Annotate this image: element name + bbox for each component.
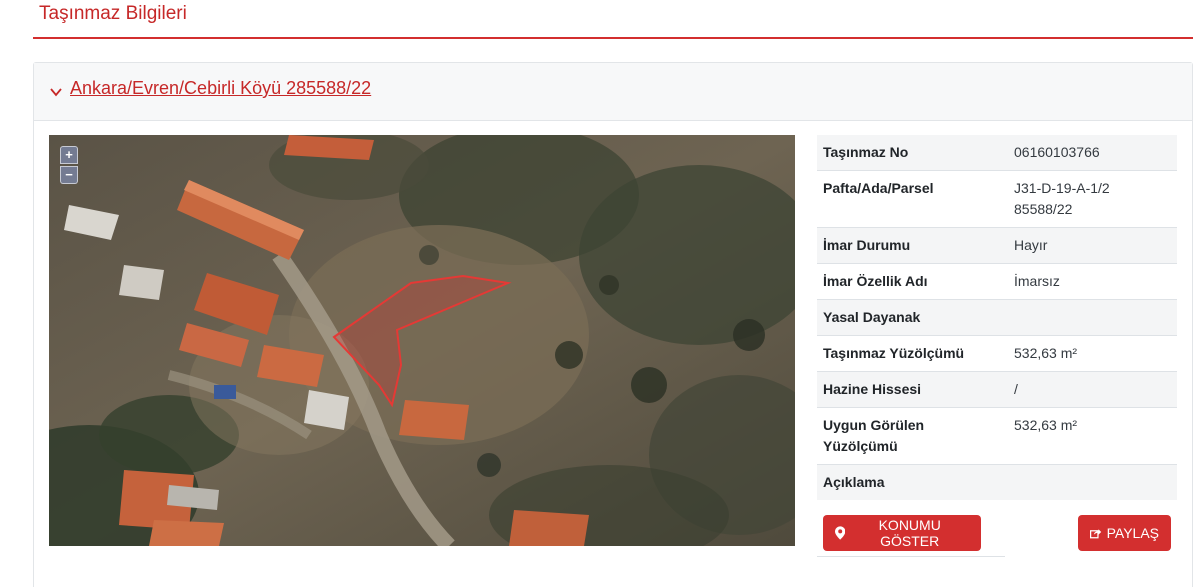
detail-label: İmar Durumu (823, 237, 911, 253)
share-icon (1090, 528, 1102, 538)
detail-value: İmarsız (1014, 273, 1060, 289)
detail-value: / (1014, 381, 1018, 397)
detail-row-hazine-hissesi: Hazine Hissesi / (817, 372, 1177, 408)
detail-row-aciklama: Açıklama (817, 465, 1177, 500)
detail-value: 532,63 m² (1014, 417, 1078, 433)
detail-label: Taşınmaz No (823, 144, 909, 160)
share-label: PAYLAŞ (1106, 525, 1159, 541)
detail-value (1008, 300, 1177, 335)
zoom-in-button[interactable]: + (60, 146, 78, 164)
detail-value (1008, 465, 1177, 500)
parcel-card: Ankara/Evren/Cebirli Köyü 285588/22 + − … (33, 62, 1193, 587)
share-button[interactable]: PAYLAŞ (1078, 515, 1171, 551)
detail-row-tasinmaz-no: Taşınmaz No 06160103766 (817, 135, 1177, 171)
parcel-title-link[interactable]: Ankara/Evren/Cebirli Köyü 285588/22 (70, 78, 371, 99)
detail-label: Pafta/Ada/Parsel (823, 180, 934, 196)
show-location-label: KONUMU GÖSTER (878, 517, 941, 549)
detail-row-tasinmaz-yuzolcumu: Taşınmaz Yüzölçümü 532,63 m² (817, 336, 1177, 372)
map-marker-icon (835, 526, 846, 540)
detail-value: J31-D-19-A-1/285588/22 (1014, 180, 1110, 217)
zoom-out-button[interactable]: − (60, 166, 78, 184)
detail-row-yasal-dayanak: Yasal Dayanak (817, 300, 1177, 336)
detail-label: Uygun Görülen Yüzölçümü (823, 417, 925, 454)
parcel-card-header[interactable]: Ankara/Evren/Cebirli Köyü 285588/22 (34, 63, 1192, 121)
detail-label: Hazine Hissesi (823, 381, 922, 397)
detail-label: Açıklama (823, 474, 885, 490)
satellite-imagery (49, 135, 795, 546)
satellite-map[interactable]: + − (49, 135, 795, 546)
show-location-button[interactable]: KONUMU GÖSTER (823, 515, 981, 551)
divider (817, 556, 1005, 557)
detail-label: İmar Özellik Adı (823, 273, 928, 289)
detail-row-uygun-gorulen-yuzolcumu: Uygun Görülen Yüzölçümü 532,63 m² (817, 408, 1177, 465)
detail-value: 06160103766 (1014, 144, 1100, 160)
detail-value: Hayır (1014, 237, 1048, 253)
action-bar: KONUMU GÖSTER PAYLAŞ (817, 504, 1177, 560)
details-table: Taşınmaz No 06160103766 Pafta/Ada/Parsel… (817, 135, 1177, 500)
detail-label: Yasal Dayanak (823, 309, 921, 325)
detail-value: 532,63 m² (1014, 345, 1078, 361)
detail-row-pafta-ada-parsel: Pafta/Ada/Parsel J31-D-19-A-1/285588/22 (817, 171, 1177, 228)
page-title: Taşınmaz Bilgileri (39, 3, 187, 24)
detail-row-imar-durumu: İmar Durumu Hayır (817, 228, 1177, 264)
detail-label: Taşınmaz Yüzölçümü (823, 345, 965, 361)
detail-row-imar-ozellik-adi: İmar Özellik Adı İmarsız (817, 264, 1177, 300)
title-divider (33, 37, 1193, 39)
chevron-down-icon[interactable] (49, 85, 63, 99)
